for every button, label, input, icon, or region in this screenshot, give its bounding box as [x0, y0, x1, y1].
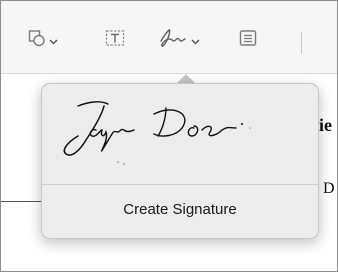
signature-icon [158, 27, 188, 54]
chevron-down-icon [191, 32, 200, 50]
text-tool-button[interactable] [105, 29, 125, 51]
saved-signature[interactable] [42, 84, 318, 184]
signature-drawing [63, 101, 251, 165]
text-box-icon [105, 29, 125, 52]
toolbar-separator [301, 32, 302, 54]
chevron-down-icon [49, 32, 58, 50]
note-tool-button[interactable] [239, 29, 257, 51]
note-icon [239, 29, 257, 52]
document-text: ie [319, 115, 332, 135]
popover-divider [42, 184, 318, 185]
shapes-icon [28, 29, 46, 52]
document-rule-line [1, 201, 45, 202]
shapes-tool-button[interactable] [28, 29, 58, 51]
document-text: D [323, 180, 335, 197]
markup-toolbar [1, 1, 337, 74]
signature-popover: Create Signature [41, 83, 319, 239]
window-frame: ie D Create Signature [0, 0, 338, 272]
sign-tool-button[interactable] [158, 27, 200, 54]
create-signature-button[interactable]: Create Signature [42, 188, 318, 230]
